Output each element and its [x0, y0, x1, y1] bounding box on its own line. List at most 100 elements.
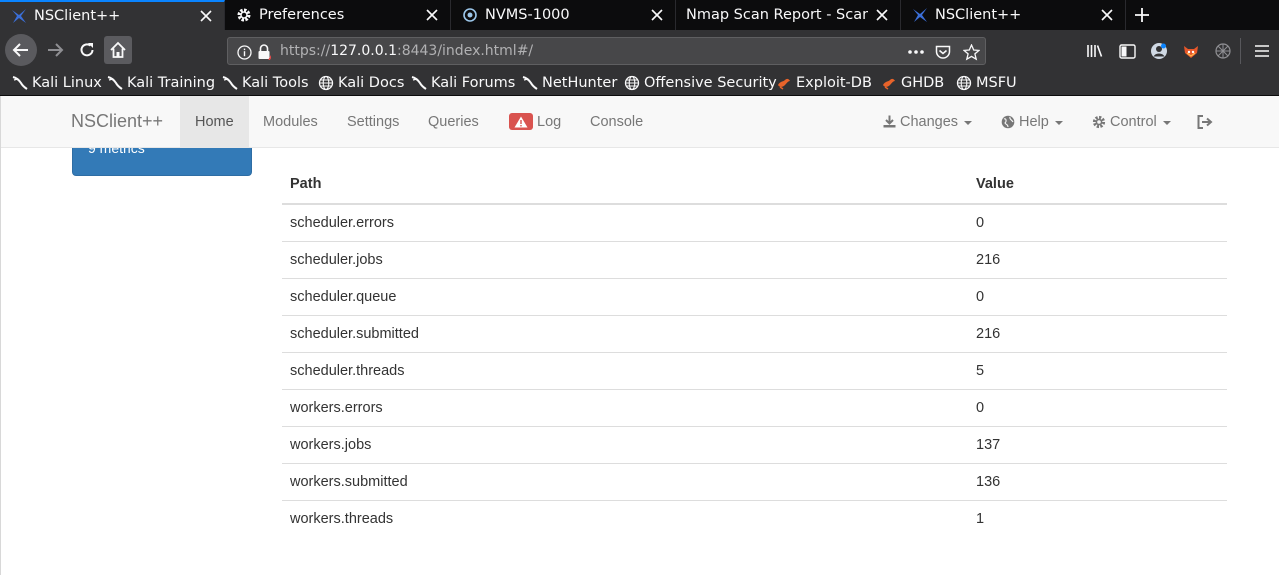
nav-control-dropdown[interactable]: Control: [1077, 96, 1186, 147]
bookmark-kali-docs[interactable]: Kali Docs: [318, 73, 404, 93]
metric-value: 136: [968, 463, 1227, 501]
metric-path: scheduler.queue: [282, 278, 968, 316]
table-row: workers.errors 0: [282, 389, 1227, 427]
sidebar-icon[interactable]: [1116, 41, 1138, 61]
bookmark-offensive-security[interactable]: Offensive Security: [624, 73, 777, 93]
globe-icon: [624, 75, 640, 91]
insecure-lock-icon[interactable]: [256, 43, 272, 60]
reload-icon: [80, 43, 94, 57]
bookmark-label: MSFU: [976, 75, 1017, 91]
nav-settings-label: Settings: [347, 113, 400, 130]
home-icon: [110, 41, 126, 58]
new-tab-button[interactable]: [1130, 4, 1154, 26]
nav-console[interactable]: Console: [575, 96, 658, 147]
nav-modules[interactable]: Modules: [248, 96, 333, 147]
metric-path: workers.errors: [282, 389, 968, 427]
forward-button[interactable]: [41, 36, 69, 64]
globe-icon: [1001, 115, 1015, 129]
url-text: https://127.0.0.1:8443/index.html#/: [280, 43, 533, 59]
pocket-icon[interactable]: [934, 43, 952, 61]
hamburger-menu-icon[interactable]: [1252, 41, 1272, 61]
back-button[interactable]: [5, 34, 37, 66]
plus-icon: [1135, 8, 1149, 22]
nav-changes-dropdown[interactable]: Changes: [868, 96, 987, 147]
tab-nvms[interactable]: NVMS-1000: [451, 0, 676, 30]
bookmark-nethunter[interactable]: NetHunter: [522, 73, 617, 93]
nsclient-icon: [911, 6, 929, 24]
extension-fox-icon[interactable]: [1180, 40, 1202, 62]
nav-help-dropdown[interactable]: Help: [986, 96, 1078, 147]
reload-button[interactable]: [73, 36, 101, 64]
nav-changes-label: Changes: [900, 113, 959, 130]
bookmark-exploit-db[interactable]: Exploit-DB: [776, 73, 872, 93]
nav-settings[interactable]: Settings: [332, 96, 414, 147]
app-brand[interactable]: NSClient++: [71, 111, 163, 132]
close-icon[interactable]: [874, 7, 890, 23]
table-row: scheduler.jobs 216: [282, 241, 1227, 279]
bookmark-msfu[interactable]: MSFU: [956, 73, 1017, 93]
bookmark-label: Exploit-DB: [796, 75, 872, 91]
nav-log[interactable]: Log: [494, 96, 576, 147]
bookmark-label: Kali Docs: [338, 75, 405, 91]
close-icon[interactable]: [649, 7, 665, 23]
bookmark-ghdb[interactable]: GHDB: [881, 73, 944, 93]
table-row: workers.threads 1: [282, 500, 1227, 537]
nav-control-label: Control: [1110, 113, 1157, 130]
nav-console-label: Console: [590, 113, 644, 130]
tab-nmap-report[interactable]: Nmap Scan Report - Scanned: [676, 0, 901, 30]
metric-value: 216: [968, 241, 1227, 279]
url-path: :8443/index.html#/: [396, 43, 534, 59]
bookmark-star-icon[interactable]: [962, 43, 980, 61]
metric-path: scheduler.threads: [282, 352, 968, 390]
caret-down-icon: [1162, 120, 1171, 125]
bookmark-kali-linux[interactable]: Kali Linux: [12, 73, 102, 93]
account-icon[interactable]: [1148, 40, 1170, 62]
close-icon[interactable]: [424, 7, 440, 23]
metric-value: 0: [968, 389, 1227, 427]
kali-dragon-icon: [522, 75, 538, 91]
close-icon[interactable]: [1099, 7, 1115, 23]
home-button[interactable]: [104, 36, 132, 64]
bookmark-label: Kali Forums: [431, 75, 516, 91]
info-icon[interactable]: [236, 44, 252, 60]
metric-path: workers.submitted: [282, 463, 968, 501]
nav-help-label: Help: [1019, 113, 1049, 130]
nsclient-icon: [10, 7, 28, 25]
nav-queries[interactable]: Queries: [413, 96, 494, 147]
caret-down-icon: [964, 120, 973, 125]
table-row: scheduler.threads 5: [282, 352, 1227, 390]
toolbar-separator: [1240, 38, 1241, 64]
browser-tab-bar: NSClient++ Preferences NVMS-1000 Nmap Sc…: [0, 0, 1279, 30]
tab-nsclient-2[interactable]: NSClient++: [901, 0, 1126, 30]
bookmarks-toolbar: Kali Linux Kali Training Kali Tools Kali…: [0, 70, 1279, 96]
metric-value: 0: [968, 204, 1227, 242]
metric-path: scheduler.errors: [282, 204, 968, 242]
metrics-table: Path Value scheduler.errors 0 scheduler.jo…: [282, 165, 1227, 537]
kali-dragon-icon: [107, 75, 123, 91]
bookmark-label: GHDB: [901, 75, 945, 91]
extension-network-icon[interactable]: [1212, 40, 1234, 62]
metric-value: 5: [968, 352, 1227, 390]
bookmark-kali-training[interactable]: Kali Training: [107, 73, 215, 93]
globe-icon: [956, 75, 972, 91]
table-row: scheduler.submitted 216: [282, 315, 1227, 353]
url-scheme: https://: [280, 43, 331, 59]
column-header-path: Path: [282, 165, 968, 205]
url-bar[interactable]: https://127.0.0.1:8443/index.html#/: [227, 37, 986, 65]
library-icon[interactable]: [1084, 41, 1106, 61]
kali-dragon-icon: [411, 75, 427, 91]
bookmark-kali-forums[interactable]: Kali Forums: [411, 73, 515, 93]
table-header-row: Path Value: [282, 165, 1227, 205]
bookmark-label: Kali Tools: [242, 75, 309, 91]
tab-nsclient[interactable]: NSClient++: [0, 0, 225, 30]
page-actions-icon[interactable]: [907, 44, 925, 60]
metric-path: workers.jobs: [282, 426, 968, 464]
bookmark-label: Offensive Security: [644, 75, 777, 91]
close-icon[interactable]: [198, 8, 214, 24]
table-row: scheduler.errors 0: [282, 204, 1227, 242]
nav-home[interactable]: Home: [180, 96, 249, 147]
bookmark-kali-tools[interactable]: Kali Tools: [222, 73, 309, 93]
download-icon: [883, 115, 896, 128]
tab-preferences[interactable]: Preferences: [225, 0, 451, 30]
logout-button[interactable]: [1182, 96, 1228, 147]
